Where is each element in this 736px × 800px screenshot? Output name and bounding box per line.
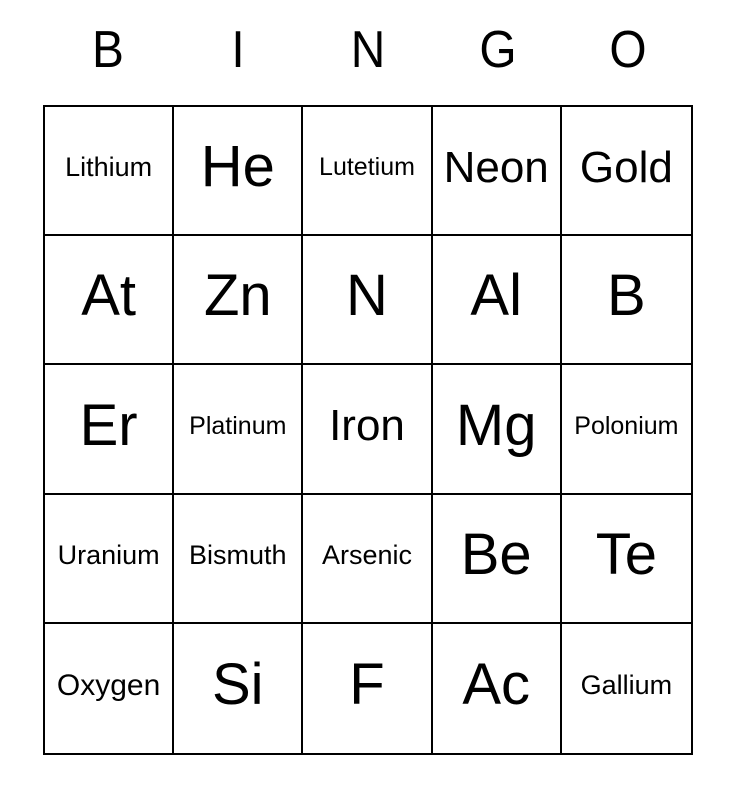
- bingo-cell-label: Mg: [455, 392, 537, 458]
- bingo-cell-label: N: [346, 263, 388, 329]
- bingo-header-letter-n: N: [350, 20, 386, 79]
- bingo-cell-label: Neon: [443, 142, 549, 192]
- bingo-cell-label: Lithium: [65, 152, 153, 183]
- bingo-cell-label: Uranium: [57, 540, 160, 571]
- bingo-header-row: B I N G O: [43, 0, 693, 105]
- bingo-cell[interactable]: N: [303, 236, 433, 366]
- bingo-header-letter-i: I: [231, 20, 245, 79]
- bingo-cell[interactable]: Arsenic: [303, 494, 433, 624]
- bingo-cell-label: Ac: [462, 651, 531, 717]
- bingo-cell-label: Platinum: [189, 411, 287, 440]
- bingo-cell-label: Er: [79, 392, 138, 458]
- bingo-grid: Lithium He Lutetium Neon Gold At Zn N Al…: [43, 105, 693, 755]
- bingo-cell[interactable]: Polonium: [561, 365, 691, 495]
- bingo-card: B I N G O Lithium He Lutetium Neon Gold …: [43, 0, 693, 800]
- bingo-cell-label: Lutetium: [319, 153, 415, 182]
- bingo-cell-label: He: [200, 134, 275, 200]
- bingo-cell-label: B: [607, 263, 646, 329]
- bingo-cell[interactable]: Si: [174, 623, 304, 753]
- bingo-cell[interactable]: Iron: [303, 365, 433, 495]
- bingo-cell[interactable]: Al: [432, 236, 562, 366]
- bingo-header-letter-g: G: [479, 20, 517, 79]
- bingo-cell[interactable]: Oxygen: [45, 623, 175, 753]
- bingo-cell-label: Iron: [329, 400, 405, 450]
- bingo-cell-label: Te: [595, 521, 658, 587]
- bingo-cell-label: Si: [212, 651, 264, 717]
- bingo-cell-label: Polonium: [574, 411, 679, 440]
- bingo-cell[interactable]: At: [45, 236, 175, 366]
- bingo-cell[interactable]: Zn: [174, 236, 304, 366]
- bingo-cell[interactable]: Be: [432, 494, 562, 624]
- bingo-cell[interactable]: Bismuth: [174, 494, 304, 624]
- bingo-cell-label: At: [81, 263, 136, 329]
- bingo-cell-label: Arsenic: [321, 540, 412, 571]
- bingo-cell[interactable]: Platinum: [174, 365, 304, 495]
- bingo-cell[interactable]: Lutetium: [303, 107, 433, 237]
- bingo-cell[interactable]: Er: [45, 365, 175, 495]
- bingo-header-letter-o: O: [609, 20, 647, 79]
- bingo-cell[interactable]: Te: [561, 494, 691, 624]
- bingo-cell-label: Al: [470, 263, 522, 329]
- bingo-cell-label: Bismuth: [189, 540, 287, 571]
- bingo-cell[interactable]: Ac: [432, 623, 562, 753]
- bingo-cell[interactable]: Gallium: [561, 623, 691, 753]
- bingo-cell[interactable]: Uranium: [45, 494, 175, 624]
- bingo-cell-label: Zn: [203, 263, 272, 329]
- bingo-cell[interactable]: B: [561, 236, 691, 366]
- bingo-cell[interactable]: Mg: [432, 365, 562, 495]
- bingo-cell-label: F: [349, 651, 385, 717]
- bingo-cell-label: Oxygen: [56, 668, 161, 702]
- bingo-cell[interactable]: F: [303, 623, 433, 753]
- bingo-cell-label: Gallium: [580, 670, 673, 701]
- bingo-cell[interactable]: Neon: [432, 107, 562, 237]
- bingo-cell[interactable]: Lithium: [45, 107, 175, 237]
- bingo-cell[interactable]: He: [174, 107, 304, 237]
- bingo-cell-label: Be: [460, 521, 532, 587]
- bingo-cell-label: Gold: [579, 142, 673, 192]
- bingo-header-letter-b: B: [92, 20, 124, 79]
- bingo-cell[interactable]: Gold: [561, 107, 691, 237]
